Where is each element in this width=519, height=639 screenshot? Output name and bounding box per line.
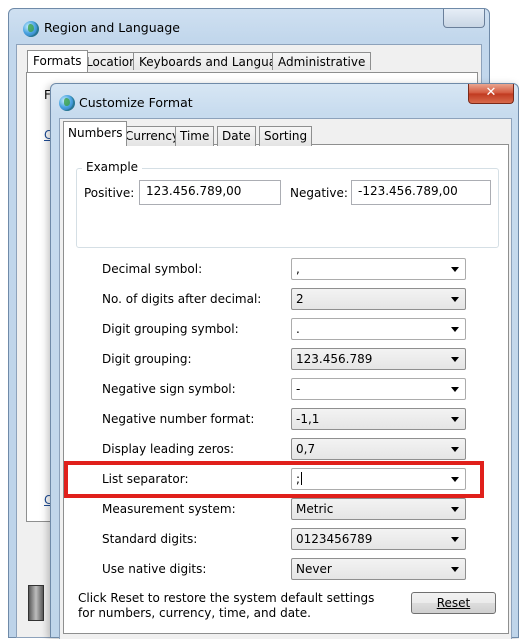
digit-grouping-label: Digit grouping: [102,352,192,366]
measurement-system-label: Measurement system: [102,502,236,516]
native-digits-label: Use native digits: [102,562,207,576]
negative-number-format-label: Negative number format: [102,412,255,426]
chevron-down-icon [451,327,459,332]
digits-after-decimal-value: 2 [296,292,304,306]
chevron-down-icon [451,387,459,392]
chevron-down-icon [451,537,459,542]
negative-sign-symbol-combo[interactable]: - [291,378,466,400]
negative-sign-symbol-label: Negative sign symbol: [102,382,236,396]
digit-grouping-combo[interactable]: 123.456.789 [291,348,466,370]
computer-icon [28,585,44,621]
tab-date[interactable]: Date [217,126,256,146]
customize-format-title: Customize Format [79,95,193,110]
back-tab-formats[interactable]: Formats [27,50,88,72]
globe-icon [23,21,39,37]
chevron-down-icon [451,507,459,512]
native-digits-value: Never [296,562,332,576]
negative-number-format-combo[interactable]: -1,1 [291,408,466,430]
decimal-symbol-value: , [296,262,300,276]
negative-sign-symbol-value: - [296,382,301,396]
chevron-down-icon [451,567,459,572]
digit-grouping-value: 123.456.789 [296,352,373,366]
leading-zeros-label: Display leading zeros: [102,442,235,456]
tab-time[interactable]: Time [175,126,215,146]
close-button[interactable]: ✕ [468,84,514,104]
positive-example-field[interactable]: 123.456.789,00 [139,180,281,205]
reset-hint-text: Click Reset to restore the system defaul… [78,591,375,620]
decimal-symbol-label: Decimal symbol: [102,262,203,276]
list-separator-combo[interactable]: ; [291,468,466,490]
chevron-down-icon [451,297,459,302]
native-digits-combo[interactable]: Never [291,558,466,580]
back-window-close-button[interactable] [443,9,485,28]
list-separator-label: List separator: [102,472,189,486]
leading-zeros-value: 0,7 [296,442,316,456]
chevron-down-icon [451,417,459,422]
reset-button-label: Reset [436,596,471,610]
standard-digits-combo[interactable]: 0123456789 [291,528,466,550]
measurement-system-value: Metric [296,502,334,516]
measurement-system-combo[interactable]: Metric [291,498,466,520]
tab-sorting[interactable]: Sorting [259,126,313,146]
tab-numbers[interactable]: Numbers [63,121,128,146]
positive-label: Positive: [84,186,135,200]
negative-number-format-value: -1,1 [296,412,320,426]
region-language-title: Region and Language [44,20,180,35]
text-caret [301,472,303,485]
negative-label: Negative: [290,186,348,200]
standard-digits-label: Standard digits: [102,532,198,546]
back-tab-administrative[interactable]: Administrative [272,52,372,70]
chevron-down-icon [451,447,459,452]
digits-after-decimal-combo[interactable]: 2 [291,288,466,310]
digit-grouping-symbol-combo[interactable]: . [291,318,466,340]
leading-zeros-combo[interactable]: 0,7 [291,438,466,460]
reset-button[interactable]: Reset [411,592,496,614]
digit-grouping-symbol-label: Digit grouping symbol: [102,322,239,336]
chevron-down-icon [451,477,459,482]
negative-example-field[interactable]: -123.456.789,00 [351,180,491,205]
standard-digits-value: 0123456789 [296,532,373,546]
decimal-symbol-combo[interactable]: , [291,258,466,280]
globe-icon [59,95,75,111]
digit-grouping-symbol-value: . [296,322,300,336]
chevron-down-icon [451,267,459,272]
list-separator-value: ; [296,472,301,486]
digits-after-decimal-label: No. of digits after decimal: [102,292,262,306]
example-group-title: Example [82,160,143,174]
chevron-down-icon [451,357,459,362]
